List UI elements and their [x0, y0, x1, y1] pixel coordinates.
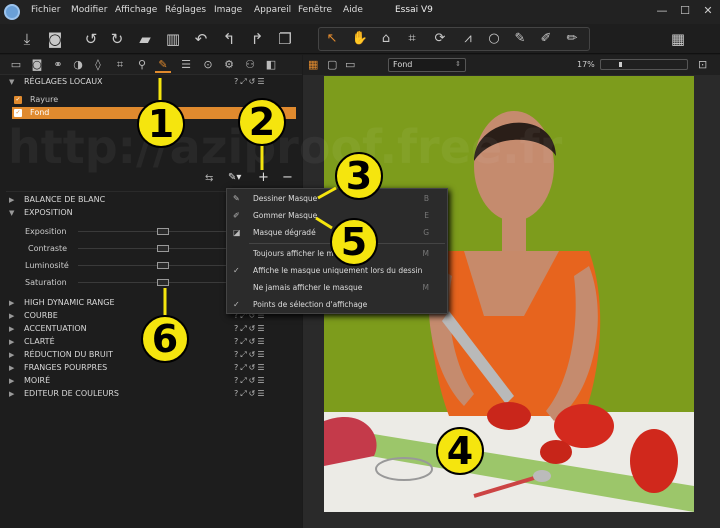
callout-5: 5 [330, 218, 378, 266]
callout-1: 1 [137, 100, 185, 148]
callout-3: 3 [335, 152, 383, 200]
callout-6: 6 [141, 315, 189, 363]
callout-2: 2 [238, 98, 286, 146]
callout-4: 4 [436, 427, 484, 475]
